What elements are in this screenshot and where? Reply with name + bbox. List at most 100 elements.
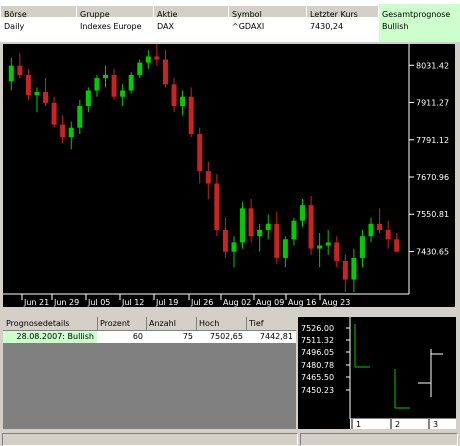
candle-body <box>188 96 194 134</box>
candle-body <box>359 236 365 258</box>
candle-body <box>77 106 83 128</box>
header-cell-exchange: Börse Daily <box>0 4 77 42</box>
candle-body <box>85 90 91 106</box>
y-tick-label: 7911.27 <box>416 99 449 108</box>
candle-body <box>60 124 66 137</box>
y-tick-label: 7430.65 <box>416 247 449 256</box>
details-column-header[interactable]: Anzahl <box>149 318 176 330</box>
details-cell: 7442,81 <box>259 332 293 341</box>
header-value-forecast: Bullish <box>382 22 409 31</box>
x-tick-label: Aug 16 <box>288 298 316 307</box>
candlestick-chart[interactable]: 8031.42 7911.27 7791.12 7670.96 7550.81 7430.… <box>3 44 455 307</box>
header-label-last-price: Letzter Kurs <box>310 10 358 19</box>
forecast-mini-chart: 7526.00 7511.32 7496.05 7480.78 7465.50 7450.… <box>298 317 456 429</box>
candle-body <box>240 208 246 243</box>
header-value-group: Indexes Europe <box>80 22 142 31</box>
candle-body <box>51 102 57 125</box>
details-column-header[interactable]: Tief <box>249 318 264 330</box>
candle-body <box>68 127 74 137</box>
y-tick-label: 7550.81 <box>416 210 449 219</box>
x-tick-label: Jul 12 <box>121 298 144 307</box>
details-cell: 28.08.2007: Bullish <box>3 331 97 343</box>
x-tick-label: Jun 29 <box>53 298 79 307</box>
candle-body <box>317 245 323 249</box>
mini-x-tick-label: 2 <box>395 420 400 429</box>
candle-body <box>222 230 228 252</box>
mini-x-tick-label: 3 <box>433 420 438 429</box>
candle-body <box>291 220 297 240</box>
mini-y-tick-label: 7496.05 <box>301 348 334 357</box>
candle-body <box>342 261 348 280</box>
candle-body <box>394 239 400 252</box>
mini-x-axis-band <box>350 419 456 429</box>
candle-body <box>205 171 211 184</box>
candle-body <box>351 257 357 280</box>
x-tick-label: Jul 26 <box>190 298 213 307</box>
details-column-header[interactable]: Hoch <box>199 318 219 330</box>
candle-body <box>308 205 314 249</box>
candle-body <box>25 75 31 96</box>
candle-body <box>128 75 134 91</box>
mini-x-tick-label: 1 <box>356 420 361 429</box>
candle-body <box>94 78 100 91</box>
candle-body <box>111 75 117 97</box>
details-column-header[interactable]: Prognosedetails <box>6 318 69 330</box>
details-cell: 7502,65 <box>209 332 243 341</box>
header-value-exchange: Daily <box>4 22 25 31</box>
mini-y-tick-label: 7480.78 <box>301 361 334 370</box>
candle-body <box>120 90 126 97</box>
candle-body <box>154 56 160 60</box>
candle-body <box>282 239 288 258</box>
candle-body <box>145 56 151 63</box>
details-cell: 60 <box>132 332 143 341</box>
status-segment-left <box>2 433 298 446</box>
candle-body <box>171 84 177 106</box>
header-value-symbol: ^GDAXI <box>232 22 265 31</box>
x-tick-label: Jul 19 <box>155 298 178 307</box>
header-label-forecast: Gesamtprognose <box>382 10 451 19</box>
candle-body <box>274 223 280 258</box>
candlestick-chart-svg: 8031.42 7911.27 7791.12 7670.96 7550.81 7430.… <box>3 44 455 307</box>
y-tick-label: 7791.12 <box>416 136 449 145</box>
candle-body <box>300 205 305 221</box>
x-tick-label: Aug 02 <box>223 298 251 307</box>
candle-body <box>162 59 168 85</box>
candle-body <box>265 223 271 230</box>
candle-body <box>34 92 40 96</box>
candle-body <box>180 96 186 106</box>
status-segment-right <box>300 433 458 446</box>
header-label-symbol: Symbol <box>232 10 262 19</box>
candle-body <box>231 242 237 252</box>
candle-body <box>214 183 220 230</box>
candle-body <box>377 223 383 230</box>
candle-body <box>248 208 254 237</box>
x-tick-label: Jul 05 <box>87 298 110 307</box>
candle-body <box>8 65 14 82</box>
header-value-last-price: 7430,24 <box>310 22 344 31</box>
details-cell: 75 <box>182 332 193 341</box>
candle-body <box>325 242 331 246</box>
header-label-exchange: Börse <box>4 10 27 19</box>
candle-body <box>17 65 23 75</box>
candle-body <box>197 133 203 172</box>
candle-body <box>334 242 340 261</box>
header-value-stock: DAX <box>157 22 174 31</box>
header-cell-symbol: Symbol ^GDAXI <box>228 4 307 42</box>
forecast-details-grid: Prognosedetails Prozent Anzahl Hoch Tief 28.0… <box>3 317 296 429</box>
details-column-header[interactable]: Prozent <box>100 318 130 330</box>
status-bar <box>0 430 460 446</box>
y-tick-label: 8031.42 <box>416 61 449 70</box>
candle-body <box>368 223 374 237</box>
mini-y-tick-label: 7526.00 <box>301 324 334 333</box>
header-cell-last-price: Letzter Kurs 7430,24 <box>306 4 379 42</box>
candle-body <box>103 75 108 79</box>
candle-body <box>43 92 49 103</box>
mini-y-tick-label: 7450.23 <box>301 386 334 395</box>
candle-body <box>257 230 263 237</box>
mini-y-tick-label: 7511.32 <box>301 336 334 345</box>
y-tick-label: 7670.96 <box>416 173 449 182</box>
header-cell-stock: Aktie DAX <box>153 4 229 42</box>
header-cell-forecast: Gesamtprognose Bullish <box>378 4 460 42</box>
header-label-stock: Aktie <box>157 10 178 19</box>
forecast-mini-chart-svg: 7526.00 7511.32 7496.05 7480.78 7465.50 7450.… <box>301 317 456 429</box>
